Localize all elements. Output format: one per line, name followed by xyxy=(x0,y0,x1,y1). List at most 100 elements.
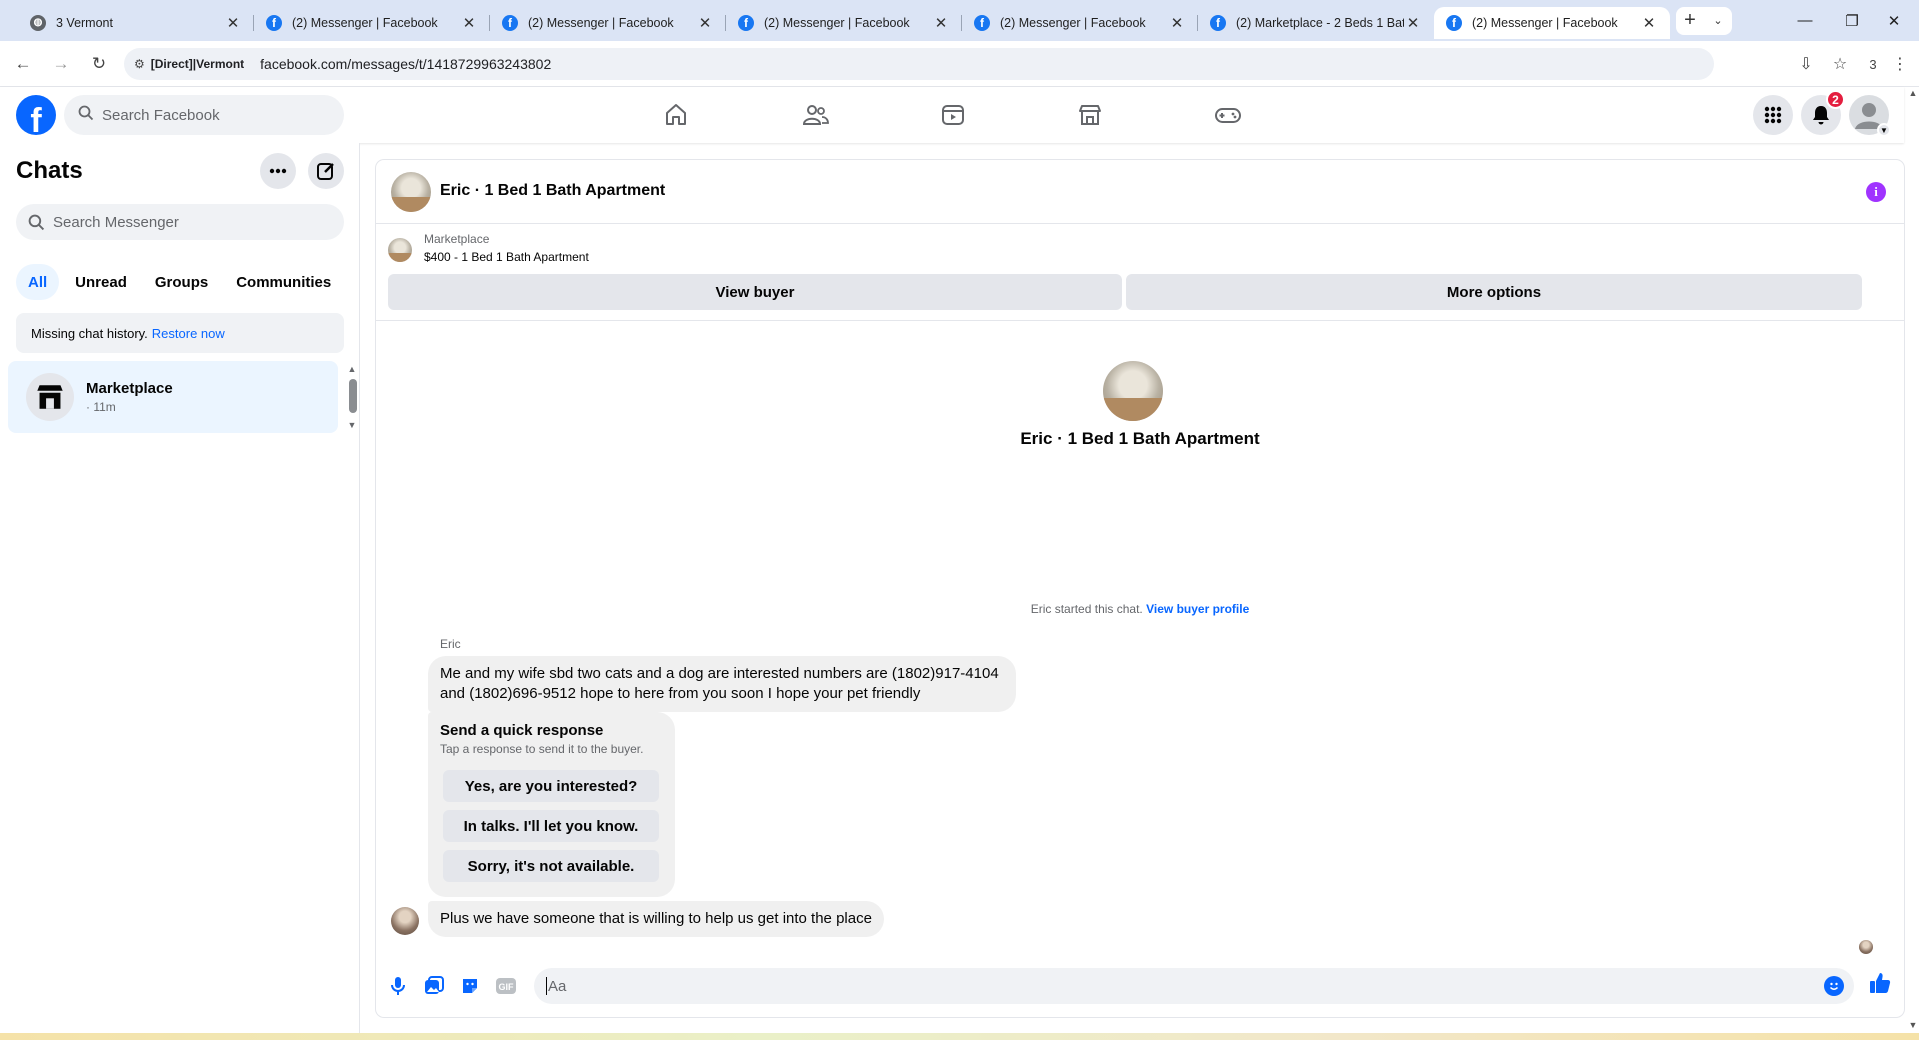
facebook-icon: f xyxy=(1446,14,1462,31)
microphone-icon[interactable] xyxy=(386,974,410,998)
browser-tab[interactable]: f (2) Messenger | Facebook ✕ xyxy=(962,7,1198,39)
listing-title[interactable]: $400 - 1 Bed 1 Bath Apartment xyxy=(424,250,589,264)
started-text: Eric started this chat. xyxy=(1030,602,1143,616)
menu-grid-button[interactable] xyxy=(1753,95,1793,135)
tab-title: (2) Messenger | Facebook xyxy=(764,15,910,30)
emoji-icon[interactable] xyxy=(1824,976,1844,996)
bookmark-star-icon[interactable]: ☆ xyxy=(1825,49,1855,79)
tab-title: (2) Messenger | Facebook xyxy=(1000,15,1146,30)
taskbar-edge xyxy=(0,1033,1919,1040)
thumbs-up-icon[interactable] xyxy=(1868,971,1892,995)
page-scroll-up-icon[interactable]: ▲ xyxy=(1907,88,1919,98)
home-icon[interactable] xyxy=(658,97,694,133)
tab-title: (2) Messenger | Facebook xyxy=(528,15,674,30)
browser-tab-strip: ◍ 3 Vermont ✕ f (2) Messenger | Facebook… xyxy=(0,0,1919,41)
notifications-button[interactable]: 2 xyxy=(1801,90,1845,135)
close-icon[interactable]: ✕ xyxy=(696,14,714,32)
missing-history-notice: Missing chat history. Restore now xyxy=(16,313,344,353)
address-bar-row: ← → ↻ ⚙ [Direct]|Vermont facebook.com/me… xyxy=(0,41,1919,87)
chat-options-button[interactable] xyxy=(260,153,296,189)
chat-started-notice: Eric started this chat. View buyer profi… xyxy=(376,602,1904,616)
facebook-icon: f xyxy=(502,14,518,31)
video-icon[interactable] xyxy=(935,97,971,133)
message-bubble[interactable]: Me and my wife sbd two cats and a dog ar… xyxy=(428,656,1016,712)
close-icon[interactable]: ✕ xyxy=(1404,14,1422,32)
browser-tab[interactable]: f (2) Messenger | Facebook ✕ xyxy=(490,7,726,39)
gaming-icon[interactable] xyxy=(1210,97,1246,133)
quick-response-option[interactable]: Sorry, it's not available. xyxy=(443,850,659,882)
more-icon xyxy=(269,168,287,174)
message-text: Me and my wife sbd two cats and a dog ar… xyxy=(440,665,999,682)
browser-tab[interactable]: f (2) Marketplace - 2 Beds 1 Bath ✕ xyxy=(1198,7,1434,39)
browser-tab-active[interactable]: f (2) Messenger | Facebook ✕ xyxy=(1434,6,1670,39)
browser-menu-icon[interactable]: ⋮ xyxy=(1885,49,1915,79)
marketplace-icon[interactable] xyxy=(1072,97,1108,133)
reload-icon[interactable]: ↻ xyxy=(84,49,114,79)
filter-communities[interactable]: Communities xyxy=(224,264,343,300)
new-message-button[interactable] xyxy=(308,153,344,189)
filter-groups[interactable]: Groups xyxy=(143,264,220,300)
intro-avatar xyxy=(1103,361,1163,421)
listing-thumbnail xyxy=(388,238,412,262)
photo-icon[interactable] xyxy=(422,974,446,998)
install-app-icon[interactable]: ⇩ xyxy=(1791,49,1821,79)
tab-title: (2) Messenger | Facebook xyxy=(292,15,438,30)
restore-text: Missing chat history. xyxy=(31,325,148,341)
tab-search-button[interactable]: ⌄ xyxy=(1704,6,1732,35)
quick-response-title: Send a quick response xyxy=(440,722,604,739)
conversation-title[interactable]: Eric · 1 Bed 1 Bath Apartment xyxy=(440,182,665,200)
conversation-panel: Eric · 1 Bed 1 Bath Apartment i Marketpl… xyxy=(376,160,1904,1017)
site-chip: [Direct]|Vermont xyxy=(150,57,245,71)
page-scroll-down-icon[interactable]: ▼ xyxy=(1907,1020,1919,1030)
more-options-button[interactable]: More options xyxy=(1126,274,1862,310)
message-text: Plus we have someone that is willing to … xyxy=(440,910,872,927)
message-input[interactable]: Aa xyxy=(534,968,1854,1004)
browser-tab[interactable]: f (2) Messenger | Facebook ✕ xyxy=(254,7,490,39)
extensions-count[interactable]: 3 xyxy=(1858,49,1888,79)
facebook-icon: f xyxy=(1210,14,1226,31)
close-icon[interactable]: ✕ xyxy=(1640,14,1658,32)
sidebar-scrollbar[interactable] xyxy=(349,379,357,413)
close-icon[interactable]: ✕ xyxy=(932,14,950,32)
facebook-logo[interactable]: f xyxy=(16,95,56,135)
quick-response-option[interactable]: Yes, are you interested? xyxy=(443,770,659,802)
search-icon xyxy=(78,105,94,125)
message-text: and (1802)696-9512 hope to here from you… xyxy=(440,685,921,702)
account-avatar[interactable]: ▼ xyxy=(1849,95,1891,137)
omnibox[interactable]: ⚙ [Direct]|Vermont facebook.com/messages… xyxy=(124,48,1714,80)
browser-tab[interactable]: f (2) Messenger | Facebook ✕ xyxy=(726,7,962,39)
message-bubble[interactable]: Plus we have someone that is willing to … xyxy=(428,901,884,937)
close-window-icon[interactable]: ✕ xyxy=(1866,0,1919,41)
close-icon[interactable]: ✕ xyxy=(460,14,478,32)
chat-list-item[interactable]: Marketplace · 11m xyxy=(8,361,338,433)
back-icon[interactable]: ← xyxy=(8,49,38,79)
filter-unread[interactable]: Unread xyxy=(63,264,139,300)
marketplace-banner: Marketplace $400 - 1 Bed 1 Bath Apartmen… xyxy=(376,224,1904,321)
restore-now-link[interactable]: Restore now xyxy=(152,326,225,341)
browser-tab[interactable]: ◍ 3 Vermont ✕ xyxy=(18,7,254,39)
sticker-icon[interactable] xyxy=(458,974,482,998)
quick-response-option[interactable]: In talks. I'll let you know. xyxy=(443,810,659,842)
facebook-search-input[interactable]: Search Facebook xyxy=(64,95,344,135)
close-icon[interactable]: ✕ xyxy=(224,14,242,32)
site-settings-icon[interactable]: ⚙ xyxy=(134,57,145,71)
messenger-search-input[interactable]: Search Messenger xyxy=(16,204,344,240)
info-icon[interactable]: i xyxy=(1866,182,1886,202)
facebook-icon: f xyxy=(974,14,990,31)
new-tab-button[interactable]: + xyxy=(1676,6,1704,35)
scroll-down-icon[interactable]: ▼ xyxy=(347,420,357,430)
quick-response-subtitle: Tap a response to send it to the buyer. xyxy=(440,742,644,756)
sender-avatar[interactable] xyxy=(391,907,419,935)
gif-icon[interactable]: GIF xyxy=(494,974,518,998)
filter-all[interactable]: All xyxy=(16,264,60,300)
tab-title: (2) Marketplace - 2 Beds 1 Bath xyxy=(1236,15,1404,30)
forward-icon[interactable]: → xyxy=(46,49,76,79)
close-icon[interactable]: ✕ xyxy=(1168,14,1186,32)
url-text[interactable]: facebook.com/messages/t/1418729963243802 xyxy=(260,56,551,72)
scroll-up-icon[interactable]: ▲ xyxy=(347,364,357,374)
view-buyer-profile-link[interactable]: View buyer profile xyxy=(1146,602,1249,616)
view-buyer-button[interactable]: View buyer xyxy=(388,274,1122,310)
chats-sidebar: Chats Search Messenger All Unread Groups… xyxy=(0,143,360,1033)
conversation-avatar[interactable] xyxy=(391,172,431,212)
friends-icon[interactable] xyxy=(797,97,833,133)
